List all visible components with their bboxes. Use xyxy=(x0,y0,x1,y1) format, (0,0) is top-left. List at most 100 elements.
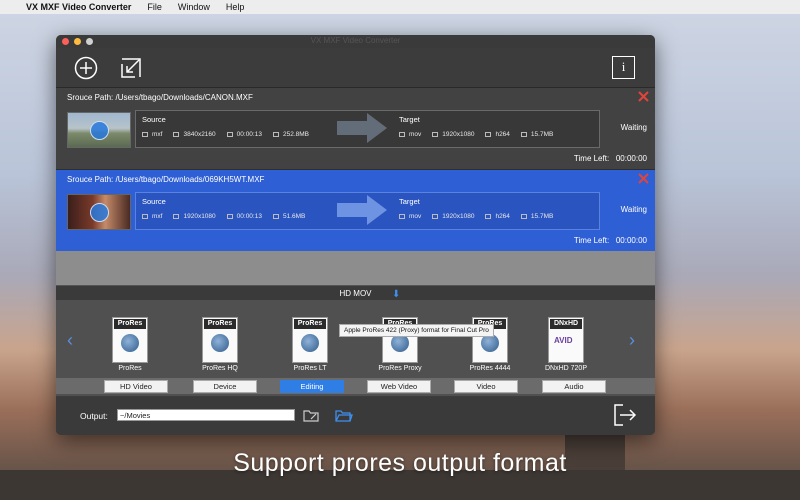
category-tabs: HD Video Device Editing Web Video Video … xyxy=(56,378,655,394)
format-label: ProRes Proxy xyxy=(378,365,422,372)
target-label: Target xyxy=(399,115,420,124)
source-resolution: 1920x1080 xyxy=(183,213,216,220)
play-icon[interactable] xyxy=(90,203,109,222)
format-prores-proxy[interactable]: ProRes ProRes Proxy xyxy=(365,312,435,372)
video-thumbnail xyxy=(67,194,131,230)
format-icon xyxy=(399,132,405,137)
resolution-icon xyxy=(432,214,439,219)
time-left-label: Time Left: xyxy=(573,154,610,163)
size-icon xyxy=(520,214,527,219)
app-window: VX MXF Video Converter i Srouce Path: /U… xyxy=(56,35,655,435)
conversion-detail: Source mxf 1920x1080 00:00:13 51.6MB Tar… xyxy=(135,192,600,230)
source-duration: 00:00:13 xyxy=(236,213,262,220)
tab-device[interactable]: Device xyxy=(193,380,257,393)
format-selector-bar[interactable]: HD MOV ⬇ xyxy=(56,285,655,301)
source-path-label: Srouce Path: xyxy=(67,175,114,184)
prores-logo-icon: ProRes xyxy=(202,317,238,363)
size-icon xyxy=(272,132,279,137)
play-icon[interactable] xyxy=(90,121,109,140)
format-prores-4444[interactable]: ProRes ProRes 4444 xyxy=(455,312,525,372)
job-list[interactable]: Srouce Path: /Users/tbago/Downloads/CANO… xyxy=(56,88,655,285)
format-tooltip: Apple ProRes 422 (Proxy) format for Fina… xyxy=(339,324,494,337)
toolbar: i xyxy=(56,48,655,88)
source-size: 51.6MB xyxy=(282,213,306,220)
time-left-value: 00:00:00 xyxy=(615,154,647,163)
time-left-label: Time Left: xyxy=(573,236,610,245)
menu-window[interactable]: Window xyxy=(178,2,210,12)
output-bar: Output: xyxy=(56,397,655,435)
menu-file[interactable]: File xyxy=(147,2,162,12)
selected-format-label: HD MOV xyxy=(339,289,372,298)
menu-help[interactable]: Help xyxy=(226,2,245,12)
add-file-button[interactable] xyxy=(74,56,98,80)
browse-folder-icon[interactable] xyxy=(335,408,353,422)
job-status: Waiting xyxy=(620,123,647,132)
target-meta: mov 1920x1080 h264 15.7MB xyxy=(399,131,564,138)
job-row-selected[interactable]: Srouce Path: /Users/tbago/Downloads/069K… xyxy=(56,170,655,251)
plus-circle-icon xyxy=(74,56,98,80)
target-label: Target xyxy=(399,197,420,206)
format-dnxhd-720p[interactable]: DNxHD AVID DNxHD 720P xyxy=(531,312,601,372)
source-format: mxf xyxy=(152,131,163,138)
target-codec: h264 xyxy=(495,131,510,138)
prores-logo-icon: ProRes xyxy=(112,317,148,363)
resolution-icon xyxy=(173,132,180,137)
job-status: Waiting xyxy=(620,205,647,214)
resolution-icon xyxy=(173,214,180,219)
conversion-detail: Source mxf 3840x2160 00:00:13 252.8MB Ta… xyxy=(135,110,600,148)
duration-icon xyxy=(226,214,233,219)
format-label: DNxHD 720P xyxy=(544,365,587,372)
source-path-value: /Users/tbago/Downloads/069KH5WT.MXF xyxy=(115,175,265,184)
target-format: mov xyxy=(409,213,422,220)
time-left-value: 00:00:00 xyxy=(615,236,647,245)
tab-audio[interactable]: Audio xyxy=(542,380,606,393)
info-icon: i xyxy=(621,59,626,74)
video-thumbnail xyxy=(67,112,131,148)
open-folder-icon[interactable] xyxy=(303,408,320,422)
duration-icon xyxy=(226,132,233,137)
prev-formats-arrow-icon[interactable]: ‹ xyxy=(67,330,73,351)
target-codec: h264 xyxy=(495,213,510,220)
next-formats-arrow-icon[interactable]: › xyxy=(629,330,635,351)
source-label: Source xyxy=(142,115,166,124)
convert-export-icon[interactable] xyxy=(613,403,637,427)
window-title: VX MXF Video Converter xyxy=(310,36,401,45)
resolution-icon xyxy=(432,132,439,137)
remove-job-icon[interactable] xyxy=(638,173,649,184)
source-path-value: /Users/tbago/Downloads/CANON.MXF xyxy=(115,93,253,102)
source-path-label: Srouce Path: xyxy=(67,93,114,102)
source-label: Source xyxy=(142,197,166,206)
format-prores-hq[interactable]: ProRes ProRes HQ xyxy=(185,312,255,372)
tab-hd-video[interactable]: HD Video xyxy=(104,380,168,393)
format-icon xyxy=(142,132,148,137)
job-row[interactable]: Srouce Path: /Users/tbago/Downloads/CANO… xyxy=(56,88,655,170)
output-label: Output: xyxy=(80,411,108,421)
marketing-caption: Support prores output format xyxy=(233,449,567,477)
time-left: Time Left: 00:00:00 xyxy=(574,154,647,163)
import-arrow-icon xyxy=(121,58,141,78)
format-label: ProRes 4444 xyxy=(469,365,511,372)
target-resolution: 1920x1080 xyxy=(442,131,475,138)
tab-video[interactable]: Video xyxy=(454,380,518,393)
menu-app-name[interactable]: VX MXF Video Converter xyxy=(26,2,131,12)
title-bar: VX MXF Video Converter xyxy=(56,35,655,48)
import-button[interactable] xyxy=(119,56,143,80)
size-icon xyxy=(272,214,279,219)
convert-arrow-icon xyxy=(337,195,387,225)
source-meta: mxf 1920x1080 00:00:13 51.6MB xyxy=(142,213,316,220)
format-prores-lt[interactable]: ProRes ProRes LT xyxy=(275,312,345,372)
info-button[interactable]: i xyxy=(612,56,635,79)
source-path: Srouce Path: /Users/tbago/Downloads/CANO… xyxy=(67,93,253,102)
source-meta: mxf 3840x2160 00:00:13 252.8MB xyxy=(142,131,320,138)
target-format: mov xyxy=(409,131,422,138)
format-prores[interactable]: ProRes ProRes xyxy=(95,312,165,372)
output-path-field[interactable] xyxy=(117,409,295,421)
menu-bar: VX MXF Video Converter File Window Help xyxy=(0,0,800,14)
remove-job-icon[interactable] xyxy=(638,91,649,102)
source-size: 252.8MB xyxy=(282,131,309,138)
target-size: 15.7MB xyxy=(530,131,554,138)
tab-web-video[interactable]: Web Video xyxy=(367,380,431,393)
tab-editing[interactable]: Editing xyxy=(280,380,344,393)
format-label: ProRes xyxy=(118,365,142,372)
size-icon xyxy=(520,132,527,137)
